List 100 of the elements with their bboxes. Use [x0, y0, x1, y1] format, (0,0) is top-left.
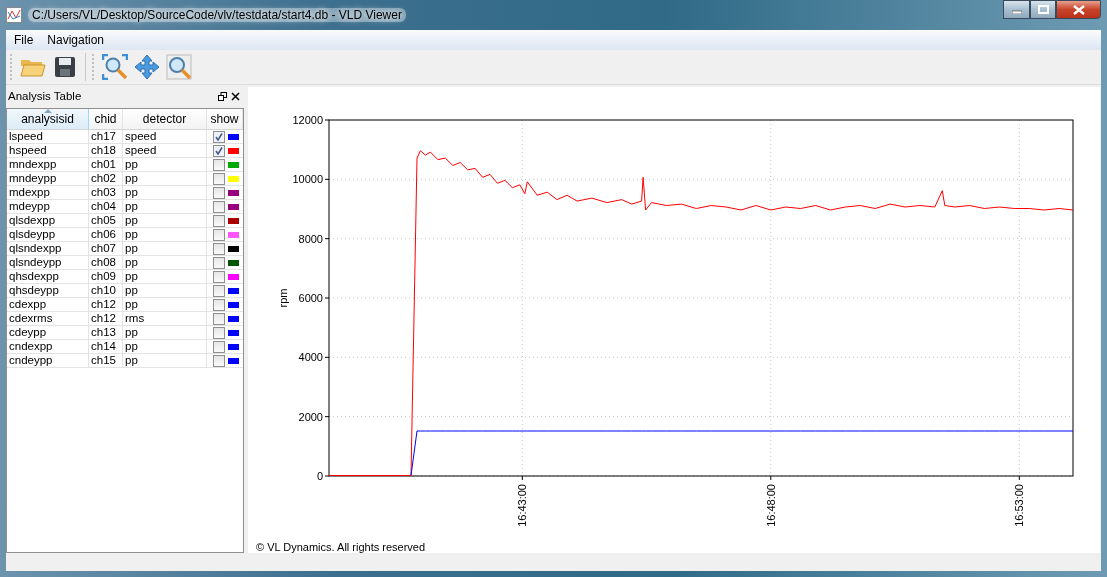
- close-button[interactable]: [1056, 0, 1101, 19]
- checkbox[interactable]: [213, 298, 225, 311]
- column-header[interactable]: detector: [123, 109, 207, 130]
- table-cell: mndeypp: [7, 172, 89, 186]
- table-cell: mdexpp: [7, 186, 89, 200]
- table-cell: qhsdexpp: [7, 270, 89, 284]
- checkbox[interactable]: [213, 354, 225, 367]
- table-cell: cndexpp: [7, 340, 89, 354]
- table-cell: ch14: [89, 340, 123, 354]
- checkbox[interactable]: [213, 200, 225, 213]
- column-header[interactable]: show: [207, 109, 243, 130]
- checkbox[interactable]: [213, 228, 225, 241]
- checkbox[interactable]: [213, 312, 225, 325]
- table-cell: cdexrms: [7, 312, 89, 326]
- table-cell: pp: [123, 214, 207, 228]
- menu-item[interactable]: Navigation: [41, 33, 111, 47]
- tick-mark: [324, 475, 330, 477]
- table-cell: pp: [123, 228, 207, 242]
- table-cell: pp: [123, 256, 207, 270]
- close-icon[interactable]: [231, 91, 240, 101]
- table-cell: pp: [123, 340, 207, 354]
- checkbox[interactable]: [213, 326, 225, 339]
- maximize-button[interactable]: [1030, 0, 1056, 19]
- table-cell: ch02: [89, 172, 123, 186]
- checkbox[interactable]: [213, 284, 225, 297]
- axis-tick-label: 16:53:00: [1013, 484, 1026, 527]
- app-icon: [6, 7, 22, 23]
- sort-caret-icon: [43, 109, 52, 113]
- zoom-fit-icon[interactable]: [101, 53, 129, 81]
- axis-tick-label: 16:48:00: [764, 484, 777, 527]
- table-cell: ch05: [89, 214, 123, 228]
- table-cell: pp: [123, 354, 207, 368]
- maximize-icon: [1037, 5, 1049, 14]
- axis-tick-label: 16:43:00: [516, 484, 529, 527]
- table-cell: pp: [123, 326, 207, 340]
- table-cell: ch04: [89, 200, 123, 214]
- table-cell: lspeed: [7, 130, 89, 144]
- move-arrows-icon[interactable]: [133, 53, 161, 81]
- table-cell: qlsdexpp: [7, 214, 89, 228]
- axis-tick-label: 8000: [298, 232, 323, 245]
- tick-mark: [521, 475, 523, 481]
- zoom-icon[interactable]: [165, 53, 193, 81]
- table-cell: speed: [123, 144, 207, 158]
- table-cell: pp: [123, 242, 207, 256]
- table-cell: qlsndexpp: [7, 242, 89, 256]
- tick-mark: [324, 178, 330, 180]
- table-cell: pp: [123, 270, 207, 284]
- table-cell: qlsdeypp: [7, 228, 89, 242]
- minimize-button[interactable]: [1003, 0, 1030, 19]
- table-cell: ch03: [89, 186, 123, 200]
- table-cell: qhsdeypp: [7, 284, 89, 298]
- checkbox[interactable]: [213, 186, 225, 199]
- tick-mark: [324, 356, 330, 358]
- tick-mark: [1018, 475, 1020, 481]
- checkbox[interactable]: [213, 340, 225, 353]
- table-cell: ch08: [89, 256, 123, 270]
- axis-tick-label: 0: [316, 470, 323, 482]
- table-cell: cndeypp: [7, 354, 89, 368]
- table-cell: cdeypp: [7, 326, 89, 340]
- table-cell: ch17: [89, 130, 123, 144]
- column-header[interactable]: chid: [89, 109, 123, 130]
- checkbox[interactable]: [213, 144, 225, 157]
- table-cell: pp: [123, 284, 207, 298]
- checkbox[interactable]: [213, 270, 225, 283]
- table-cell: qlsndeypp: [7, 256, 89, 270]
- axis-label: rpm: [277, 288, 289, 308]
- tick-mark: [324, 297, 330, 299]
- checkbox[interactable]: [213, 214, 225, 227]
- table-cell: speed: [123, 130, 207, 144]
- table-cell: ch13: [89, 326, 123, 340]
- axis-tick-label: 6000: [298, 292, 323, 304]
- table-cell: ch12: [89, 312, 123, 326]
- table-cell: mdeypp: [7, 200, 89, 214]
- checkbox[interactable]: [213, 158, 225, 171]
- float-icon[interactable]: [218, 91, 227, 101]
- table-cell: pp: [123, 186, 207, 200]
- axis-tick-label: 12000: [292, 114, 323, 126]
- checkbox[interactable]: [213, 256, 225, 269]
- tick-mark: [770, 475, 772, 481]
- checkbox[interactable]: [213, 172, 225, 185]
- checkbox[interactable]: [213, 242, 225, 255]
- table-cell: mndexpp: [7, 158, 89, 172]
- table-cell: pp: [123, 172, 207, 186]
- table-cell: ch15: [89, 354, 123, 368]
- close-icon: [1072, 4, 1085, 15]
- menu-item[interactable]: File: [8, 33, 40, 47]
- table-cell: hspeed: [7, 144, 89, 158]
- table-cell: ch09: [89, 270, 123, 284]
- checkbox[interactable]: [213, 130, 225, 143]
- table-cell: pp: [123, 298, 207, 312]
- tick-mark: [324, 416, 330, 418]
- copyright-text: © VL Dynamics. All rights reserved: [255, 541, 427, 553]
- table-cell: pp: [123, 158, 207, 172]
- table-cell: rms: [123, 312, 207, 326]
- table-cell: ch10: [89, 284, 123, 298]
- axis-tick-label: 2000: [298, 410, 323, 423]
- panel-title: Analysis Table: [8, 90, 83, 102]
- column-header[interactable]: analysisid: [7, 109, 89, 130]
- axis-tick-label: 4000: [298, 351, 323, 364]
- table-cell: pp: [123, 200, 207, 214]
